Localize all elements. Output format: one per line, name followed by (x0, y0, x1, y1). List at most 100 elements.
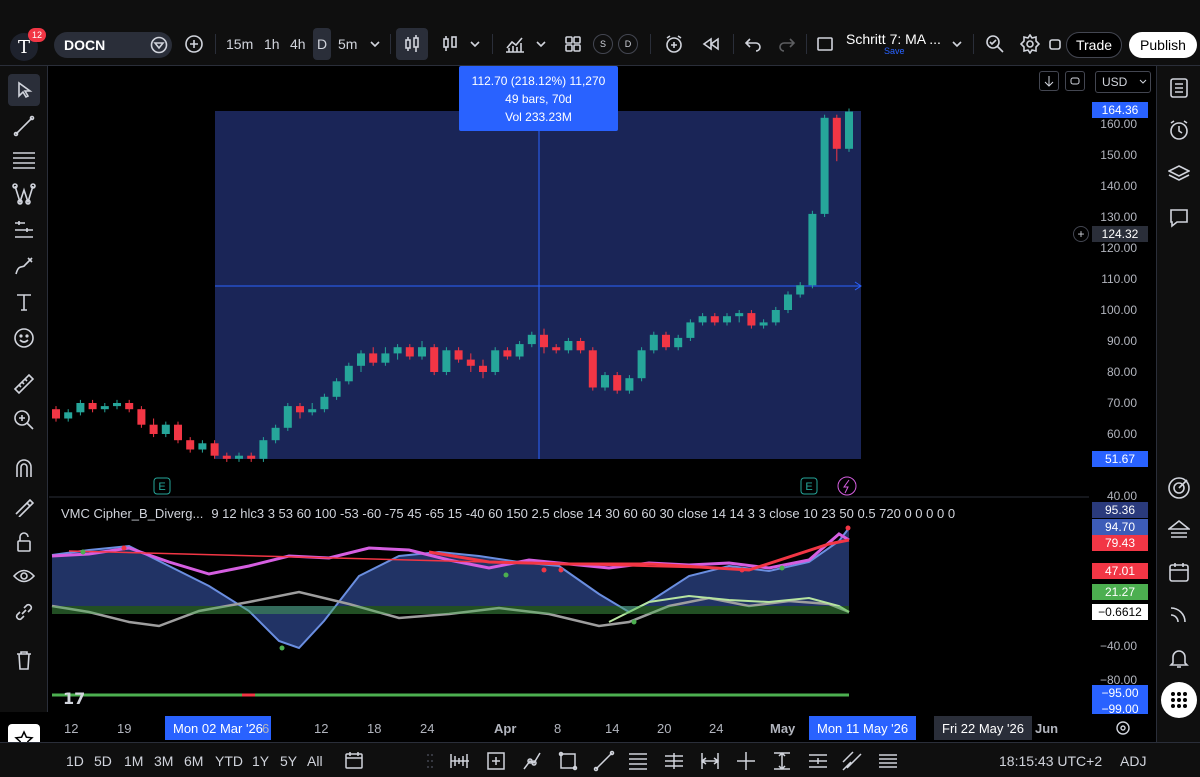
time-tick: May (770, 721, 796, 736)
add-alert-plus-icon[interactable]: + (1073, 226, 1089, 242)
link-icon[interactable] (8, 596, 40, 628)
emoji-icon[interactable] (8, 322, 40, 354)
chevron-down-icon[interactable] (366, 28, 384, 60)
fib-tool-icon[interactable] (626, 749, 650, 773)
indicator-name[interactable]: VMC Cipher_B_Diverg... (61, 506, 203, 521)
scroll-down-icon[interactable] (1039, 71, 1059, 91)
watchlist-icon[interactable] (1163, 72, 1195, 104)
crosshair-box-icon[interactable] (484, 749, 508, 773)
bar-style-icon[interactable] (436, 28, 464, 60)
range-1y[interactable]: 1Y (252, 753, 269, 769)
range-1m[interactable]: 1M (124, 753, 143, 769)
trade-button[interactable]: Trade (1066, 32, 1122, 58)
drag-handle-icon[interactable] (424, 749, 436, 773)
price-tick: 130.00 (1100, 210, 1137, 224)
alert-add-icon[interactable] (660, 28, 688, 60)
price-scale[interactable]: USD 164.36 160.00 150.00 140.00 130.00 1… (1073, 66, 1155, 717)
gear-icon[interactable] (1016, 28, 1044, 60)
quick-search-icon[interactable] (982, 28, 1008, 60)
range-ytd[interactable]: YTD (215, 753, 243, 769)
timezone-settings-icon[interactable] (1115, 720, 1131, 736)
range-3m[interactable]: 3M (154, 753, 173, 769)
clock-timezone[interactable]: 18:15:43 UTC+2 (999, 753, 1102, 769)
interval-4h[interactable]: 4h (286, 28, 310, 60)
parallel-channel-icon[interactable] (840, 749, 864, 773)
crosshair-tool-icon[interactable] (734, 749, 758, 773)
rectangle-tool-icon[interactable] (556, 749, 580, 773)
layout-grid-icon[interactable] (560, 28, 586, 60)
reset-chart-icon[interactable] (1065, 71, 1085, 91)
path-tool-icon[interactable] (520, 749, 544, 773)
horizontal-lines-icon[interactable] (876, 749, 900, 773)
fib-retracement-icon[interactable] (8, 144, 40, 176)
symbol-info-icon[interactable] (148, 32, 170, 58)
layers-icon[interactable] (1163, 158, 1195, 190)
interval-15m[interactable]: 15m (222, 28, 257, 60)
notifications-bell-icon[interactable] (1163, 642, 1195, 674)
calendar-icon[interactable] (1163, 556, 1195, 588)
adj-toggle[interactable]: ADJ (1120, 753, 1146, 769)
earnings-marker[interactable]: E (800, 477, 818, 495)
chevron-down-icon[interactable] (466, 28, 484, 60)
range-end-date-label: Mon 11 May '26 (809, 716, 917, 740)
ideas-icon[interactable] (1163, 514, 1195, 546)
target-icon[interactable] (1163, 472, 1195, 504)
eye-icon[interactable] (8, 560, 40, 592)
brush-icon[interactable] (8, 250, 40, 282)
cursor-icon[interactable] (8, 74, 40, 106)
text-tool-icon[interactable] (8, 286, 40, 318)
candles-chart-type-icon[interactable] (396, 28, 428, 60)
range-5y[interactable]: 5Y (280, 753, 297, 769)
range-1d[interactable]: 1D (66, 753, 84, 769)
chart-pane[interactable]: 17 E E 112.70 (218.12%) 11,270 49 bars, … (49, 66, 1089, 714)
news-feed-icon[interactable] (1163, 598, 1195, 630)
forecast-icon[interactable] (8, 214, 40, 246)
chevron-down-icon[interactable] (532, 28, 550, 60)
event-lightning-icon[interactable] (837, 476, 857, 496)
chat-icon[interactable] (1163, 202, 1195, 234)
strategy-badge-d[interactable]: D (618, 34, 638, 54)
trash-icon[interactable] (8, 644, 40, 676)
pattern-icon[interactable] (8, 178, 40, 210)
chevron-down-icon[interactable] (948, 28, 966, 60)
long-position-icon[interactable] (448, 749, 472, 773)
zoom-in-icon[interactable] (8, 404, 40, 436)
indicator-legend[interactable]: VMC Cipher_B_Diverg... 9 12 hlc3 3 53 60 … (61, 506, 955, 521)
indicators-icon[interactable] (500, 28, 530, 60)
lock-icon[interactable] (8, 526, 40, 558)
interval-d[interactable]: D (313, 28, 331, 60)
redo-icon[interactable] (774, 28, 800, 60)
apps-grid-icon[interactable] (1161, 682, 1197, 718)
earnings-marker[interactable]: E (153, 477, 171, 495)
interval-1h[interactable]: 1h (260, 28, 284, 60)
range-6m[interactable]: 6M (184, 753, 203, 769)
date-range-tool-icon[interactable] (698, 749, 722, 773)
horizontal-ray-icon[interactable] (662, 749, 686, 773)
line-tool-icon[interactable] (592, 749, 616, 773)
price-note-icon[interactable] (806, 749, 830, 773)
compare-symbol-icon[interactable] (180, 28, 208, 60)
publish-button[interactable]: Publish (1129, 32, 1197, 58)
snapshot-icon[interactable] (1046, 28, 1064, 60)
save-link[interactable]: Save (884, 46, 905, 56)
time-axis[interactable]: 12 19 Mon 02 Mar '26 6 12 18 24 Apr 8 14… (49, 714, 1155, 742)
fullscreen-rect-icon[interactable] (812, 28, 838, 60)
ruler-icon[interactable] (8, 368, 40, 400)
alerts-clock-icon[interactable] (1163, 114, 1195, 146)
price-range-tool-icon[interactable] (770, 749, 794, 773)
currency-selector[interactable]: USD (1095, 71, 1151, 93)
range-all[interactable]: All (307, 753, 323, 769)
trend-line-icon[interactable] (8, 110, 40, 142)
strategy-badge-s[interactable]: S (593, 34, 613, 54)
undo-icon[interactable] (740, 28, 766, 60)
candle (796, 285, 805, 295)
chart-layout-name[interactable]: Schritt 7: MA ... (846, 31, 941, 47)
chart-canvas[interactable]: 17 E E (49, 66, 1089, 714)
range-5d[interactable]: 5D (94, 753, 112, 769)
indicator-value-label: 21.27 (1092, 584, 1148, 600)
magnet-icon[interactable] (8, 452, 40, 484)
stay-in-drawing-mode-icon[interactable] (8, 490, 40, 522)
date-range-calendar-icon[interactable] (342, 749, 366, 773)
interval-5m[interactable]: 5m (334, 28, 361, 60)
replay-icon[interactable] (698, 28, 724, 60)
